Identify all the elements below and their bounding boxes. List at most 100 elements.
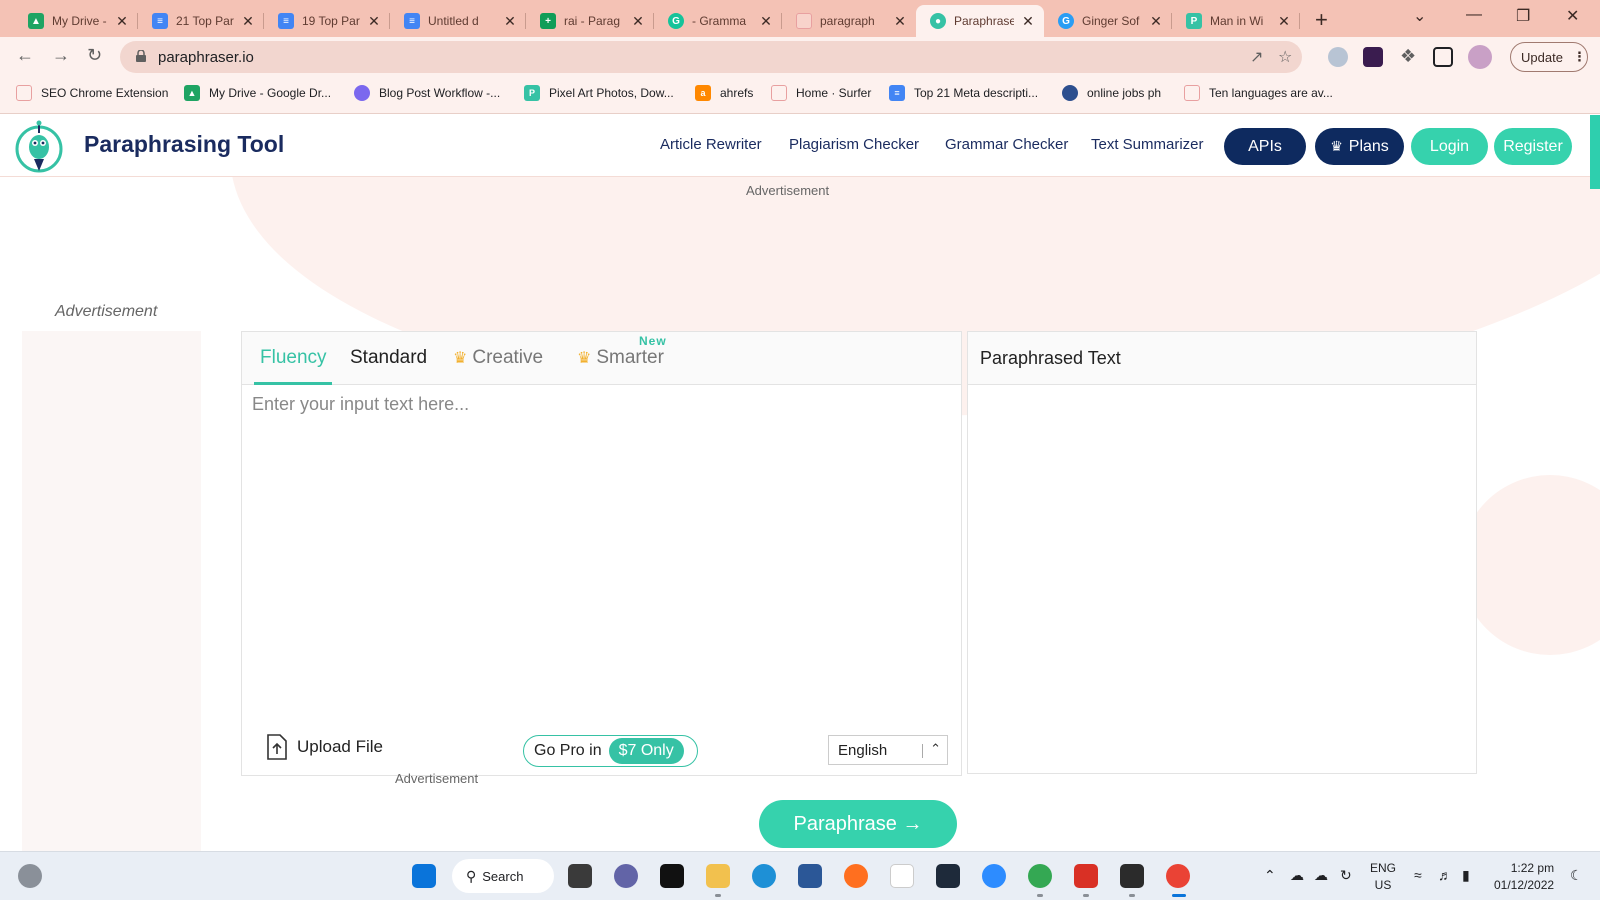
- input-language-indicator[interactable]: ENG US: [1370, 860, 1396, 894]
- task-view-icon[interactable]: [568, 864, 592, 888]
- window-close-button[interactable]: ✕: [1566, 6, 1579, 26]
- close-icon[interactable]: ✕: [240, 13, 256, 30]
- register-button[interactable]: Register: [1494, 128, 1572, 165]
- update-button[interactable]: Update ⋮: [1510, 42, 1588, 72]
- address-bar[interactable]: paraphraser.io ↗ ☆: [120, 41, 1302, 73]
- chrome-profile-icon[interactable]: [1028, 864, 1052, 888]
- volume-icon[interactable]: ♬: [1438, 867, 1452, 883]
- paraphrase-button[interactable]: Paraphrase →: [759, 800, 957, 848]
- edge-icon[interactable]: [752, 864, 776, 888]
- sync-icon[interactable]: ↻: [1340, 867, 1352, 884]
- battery-icon[interactable]: ▮: [1462, 867, 1470, 884]
- weather-widget-icon[interactable]: [18, 864, 42, 888]
- mode-tab-creative[interactable]: ♛ Creative: [453, 347, 543, 369]
- bookmark-item[interactable]: online jobs ph: [1062, 85, 1161, 101]
- back-button[interactable]: ←: [16, 45, 34, 66]
- seo-extension-icon: [16, 85, 32, 101]
- browser-tab[interactable]: + rai - Parag ✕: [526, 5, 654, 37]
- scrollbar-thumb[interactable]: [1590, 115, 1600, 189]
- close-icon[interactable]: ✕: [1276, 13, 1292, 30]
- nav-article-rewriter[interactable]: Article Rewriter: [660, 136, 762, 153]
- chrome-icon[interactable]: [1166, 864, 1190, 888]
- browser-tab-active[interactable]: ● Paraphrase ✕: [916, 5, 1044, 37]
- microsoft-store-icon[interactable]: [798, 864, 822, 888]
- share-icon[interactable]: ↗: [1250, 47, 1263, 67]
- tray-chevron-icon[interactable]: ⌃: [1264, 867, 1276, 884]
- browser-tab[interactable]: ▲ My Drive - ✕: [14, 5, 138, 37]
- brand-title[interactable]: Paraphrasing Tool: [84, 131, 284, 158]
- windows-start-icon[interactable]: [412, 864, 436, 888]
- advertisement-label: Advertisement: [746, 183, 830, 198]
- bookmark-item[interactable]: ≡ Top 21 Meta descripti...: [889, 85, 1038, 101]
- focus-moon-icon[interactable]: ☾: [1570, 867, 1583, 884]
- paraphraser-logo-icon[interactable]: [10, 119, 68, 173]
- profile-avatar[interactable]: [1468, 45, 1492, 69]
- login-button[interactable]: Login: [1411, 128, 1488, 165]
- mode-tab-smarter[interactable]: ♛ Smarter: [577, 347, 664, 369]
- close-icon[interactable]: ✕: [892, 13, 908, 30]
- bookmark-item[interactable]: a ahrefs: [695, 85, 753, 101]
- input-text-area[interactable]: [252, 394, 952, 714]
- browser-tab[interactable]: G - Gramma ✕: [654, 5, 782, 37]
- reload-button[interactable]: ↻: [87, 45, 102, 66]
- close-icon[interactable]: ✕: [502, 13, 518, 30]
- surfer-icon: [771, 85, 787, 101]
- grammarly-extension-icon[interactable]: [1328, 47, 1348, 67]
- go-pro-button[interactable]: Go Pro in $7 Only: [523, 735, 698, 767]
- bookmark-item[interactable]: Home · Surfer: [771, 85, 871, 101]
- onedrive-icon[interactable]: ☁: [1290, 867, 1304, 884]
- upload-file-button[interactable]: Upload File: [266, 734, 383, 760]
- close-icon[interactable]: ✕: [1148, 13, 1164, 30]
- plans-button[interactable]: ♛ Plans: [1315, 128, 1404, 165]
- browser-tab[interactable]: G Ginger Sof ✕: [1044, 5, 1172, 37]
- bookmark-star-icon[interactable]: ☆: [1278, 47, 1292, 67]
- close-icon[interactable]: ✕: [758, 13, 774, 30]
- browser-tab[interactable]: ≡ Untitled d ✕: [390, 5, 526, 37]
- dropbox-icon[interactable]: [936, 864, 960, 888]
- taskbar-search[interactable]: ⚲ Search: [452, 859, 554, 893]
- forward-button[interactable]: →: [52, 45, 70, 66]
- tab-search-chevron-icon[interactable]: ⌄: [1413, 6, 1426, 26]
- close-icon[interactable]: ✕: [630, 13, 646, 30]
- wifi-icon[interactable]: ≈: [1414, 867, 1422, 883]
- mode-tab-fluency[interactable]: Fluency: [260, 347, 327, 369]
- side-panel-icon[interactable]: [1433, 47, 1453, 67]
- amazon-icon[interactable]: [890, 864, 914, 888]
- browser-tab[interactable]: paragraph ✕: [782, 5, 916, 37]
- bookmark-item[interactable]: P Pixel Art Photos, Dow...: [524, 85, 674, 101]
- lock-icon: [136, 50, 146, 62]
- new-badge: New: [639, 334, 667, 348]
- bookmark-item[interactable]: Ten languages are av...: [1184, 85, 1333, 101]
- close-icon[interactable]: ✕: [1020, 13, 1036, 30]
- file-explorer-icon[interactable]: [706, 864, 730, 888]
- nav-plagiarism-checker[interactable]: Plagiarism Checker: [789, 136, 919, 153]
- extensions-puzzle-icon[interactable]: ❖: [1400, 46, 1416, 67]
- mode-tab-standard[interactable]: Standard: [350, 347, 427, 369]
- browser-tab[interactable]: ≡ 19 Top Par ✕: [264, 5, 390, 37]
- extension-icon[interactable]: [1363, 47, 1383, 67]
- language-select[interactable]: English ⌃: [828, 735, 948, 765]
- nav-grammar-checker[interactable]: Grammar Checker: [945, 136, 1068, 153]
- active-mode-indicator: [254, 382, 332, 385]
- bookmark-item[interactable]: Blog Post Workflow -...: [354, 85, 500, 101]
- firefox-icon[interactable]: [844, 864, 868, 888]
- system-clock[interactable]: 1:22 pm 01/12/2022: [1494, 860, 1554, 894]
- close-icon[interactable]: ✕: [366, 13, 382, 30]
- netflix-icon[interactable]: [660, 864, 684, 888]
- wps-office-icon[interactable]: [1074, 864, 1098, 888]
- minimize-button[interactable]: —: [1466, 6, 1482, 24]
- nav-text-summarizer[interactable]: Text Summarizer: [1091, 136, 1204, 153]
- browser-tab[interactable]: ≡ 21 Top Par ✕: [138, 5, 264, 37]
- restore-button[interactable]: ❐: [1516, 6, 1530, 26]
- teams-chat-icon[interactable]: [614, 864, 638, 888]
- browser-tab[interactable]: P Man in Wi ✕: [1172, 5, 1300, 37]
- close-icon[interactable]: ✕: [114, 13, 130, 30]
- bookmark-item[interactable]: SEO Chrome Extension: [16, 85, 168, 101]
- bookmark-item[interactable]: ▲ My Drive - Google Dr...: [184, 85, 331, 101]
- apis-button[interactable]: APIs: [1224, 128, 1306, 165]
- upload-file-icon: [267, 734, 287, 760]
- cloud-icon[interactable]: ☁: [1314, 867, 1328, 884]
- task-app-icon[interactable]: [1120, 864, 1144, 888]
- new-tab-button[interactable]: +: [1315, 7, 1328, 33]
- zoom-icon[interactable]: [982, 864, 1006, 888]
